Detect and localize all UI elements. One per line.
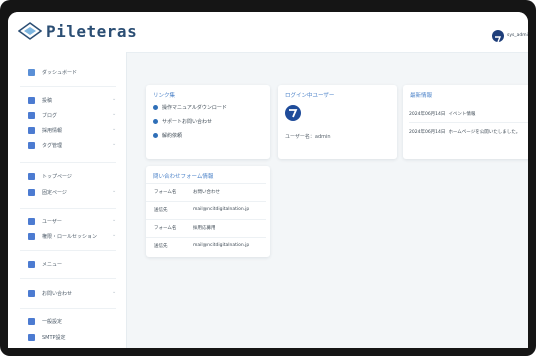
user-avatar-logo-icon	[495, 36, 502, 43]
menu-icon	[28, 261, 35, 268]
chevron-down-icon: ⌄	[112, 141, 117, 147]
bullet-icon	[153, 133, 158, 138]
form-value: mail@ncitdigitalnation.jp	[193, 207, 250, 212]
sidebar-divider	[20, 250, 116, 251]
form-key: フォーム名	[154, 190, 177, 195]
table-row: 送信先 mail@ncitdigitalnation.jp	[146, 201, 266, 219]
news-divider	[409, 122, 528, 123]
grid-icon	[28, 69, 35, 76]
sidebar-item-label: 採用情報	[42, 128, 63, 134]
links-card: リンク集 操作マニュアルダウンロード サポートお問い合わせ 解約依頼	[146, 85, 270, 159]
sidebar-item-label: ダッシュボード	[42, 70, 78, 76]
news-date: 2024年06月14日	[409, 130, 446, 135]
header-user-name[interactable]: sys_admin	[507, 33, 528, 38]
sidebar-item-users[interactable]: ユーザー ⌄	[8, 215, 126, 231]
news-item[interactable]: 2024年06月14日 イベント情報	[409, 111, 475, 117]
sidebar-item-menu[interactable]: メニュー	[8, 258, 126, 274]
sidebar-item-label: ブログ	[42, 113, 58, 119]
device-frame: Pileteras sys_admin ダッシュボード 投稿 ⌄	[0, 0, 536, 356]
tag-icon	[28, 142, 35, 149]
sidebar-item-label: メニュー	[42, 262, 63, 268]
form-value: 採用応募用	[193, 226, 216, 231]
sidebar-divider	[20, 208, 116, 209]
chevron-down-icon: ⌄	[112, 126, 117, 132]
sidebar-item-posts[interactable]: 投稿 ⌄	[8, 94, 126, 110]
logo-mark-icon	[289, 109, 298, 118]
news-card-title: 最新情報	[410, 93, 433, 99]
sidebar-divider	[20, 308, 116, 309]
sidebar-item-recruit[interactable]: 採用情報 ⌄	[8, 124, 126, 140]
sidebar-item-fixed-page[interactable]: 固定ページ ⌄	[8, 186, 126, 202]
table-row: フォーム名 採用応募用	[146, 219, 266, 237]
table-row: 送信先 mail@ncitdigitalnation.jp	[146, 237, 266, 255]
server-icon	[28, 334, 35, 341]
sidebar-divider	[20, 162, 116, 163]
sidebar-divider	[20, 278, 116, 279]
sidebar-item-label: SMTP設定	[42, 335, 66, 341]
sidebar-item-label: トップページ	[42, 174, 72, 180]
bullet-icon	[153, 105, 158, 110]
top-header: Pileteras sys_admin	[8, 12, 528, 53]
sidebar-item-label: お問い合わせ	[42, 291, 73, 297]
news-card: 最新情報 2024年06月14日 イベント情報 2024年06月14日 ホームペ…	[403, 85, 528, 159]
user-icon	[28, 218, 35, 225]
sidebar-item-top-page[interactable]: トップページ	[8, 170, 126, 186]
calendar-icon	[28, 127, 35, 134]
link-text: サポートお問い合わせ	[162, 119, 213, 125]
edit-icon	[28, 112, 35, 119]
links-card-title: リンク集	[153, 93, 176, 99]
chevron-down-icon: ⌄	[112, 111, 117, 117]
form-key: 送信先	[154, 208, 168, 213]
monitor-icon	[28, 173, 35, 180]
news-text: イベント情報	[448, 112, 476, 117]
sidebar-item-label: ユーザー	[42, 219, 62, 225]
app-logo-text[interactable]: Pileteras	[46, 22, 137, 41]
user-avatar[interactable]	[492, 30, 504, 43]
news-item[interactable]: 2024年06月14日 ホームページを公開いたしました。	[409, 129, 520, 135]
login-card-title: ログイン中ユーザー	[285, 93, 335, 99]
login-user-name: ユーザー名：admin	[285, 134, 331, 140]
form-key: 送信先	[154, 244, 168, 249]
sidebar: ダッシュボード 投稿 ⌄ ブログ ⌄ 採用情報 ⌄ タグ管理 ⌄ トップページ …	[8, 52, 127, 348]
sidebar-item-label: 投稿	[42, 98, 53, 104]
app-window: Pileteras sys_admin ダッシュボード 投稿 ⌄	[8, 12, 528, 348]
form-value: mail@ncitdigitalnation.jp	[193, 243, 250, 248]
chevron-down-icon: ⌄	[112, 289, 117, 295]
chevron-down-icon: ⌄	[112, 217, 117, 223]
sidebar-item-label: 一般設定	[42, 319, 63, 325]
sidebar-item-label: タグ管理	[42, 143, 63, 149]
login-user-card: ログイン中ユーザー ユーザー名：admin	[278, 85, 397, 159]
sidebar-item-general-settings[interactable]: 一般設定	[8, 315, 126, 331]
sidebar-item-blog[interactable]: ブログ ⌄	[8, 109, 126, 125]
gear-icon	[28, 318, 35, 325]
sidebar-item-label: 固定ページ	[42, 190, 67, 196]
page-icon	[28, 189, 35, 196]
link-text: 操作マニュアルダウンロード	[162, 105, 227, 111]
chevron-down-icon: ⌄	[112, 188, 117, 194]
sidebar-item-tags[interactable]: タグ管理 ⌄	[8, 139, 126, 155]
sidebar-item-dashboard[interactable]: ダッシュボード	[8, 66, 126, 82]
lock-icon	[28, 233, 35, 240]
chevron-down-icon: ⌄	[112, 232, 117, 238]
sidebar-item-smtp[interactable]: SMTP設定	[8, 331, 126, 347]
mail-icon	[28, 290, 35, 297]
sidebar-item-contact[interactable]: お問い合わせ ⌄	[8, 287, 126, 303]
user-logo-icon	[285, 105, 301, 121]
diamond-logo-icon	[18, 22, 42, 40]
news-text: ホームページを公開いたしました。	[448, 130, 521, 135]
form-card-title: 問い合わせフォーム情報	[153, 174, 214, 180]
table-row: フォーム名 お問い合わせ	[146, 183, 266, 201]
bullet-icon	[153, 119, 158, 124]
chevron-down-icon: ⌄	[112, 96, 117, 102]
sidebar-item-label: 権限・ロールセッション	[42, 234, 98, 240]
form-key: フォーム名	[154, 226, 177, 231]
form-value: お問い合わせ	[193, 190, 220, 195]
sidebar-item-roles[interactable]: 権限・ロールセッション ⌄	[8, 230, 126, 246]
contact-form-card: 問い合わせフォーム情報 フォーム名 お問い合わせ 送信先 mail@ncitdi…	[146, 166, 270, 257]
sidebar-divider	[20, 86, 116, 87]
pin-icon	[28, 97, 35, 104]
news-date: 2024年06月14日	[409, 112, 446, 117]
link-text: 解約依頼	[162, 133, 183, 139]
